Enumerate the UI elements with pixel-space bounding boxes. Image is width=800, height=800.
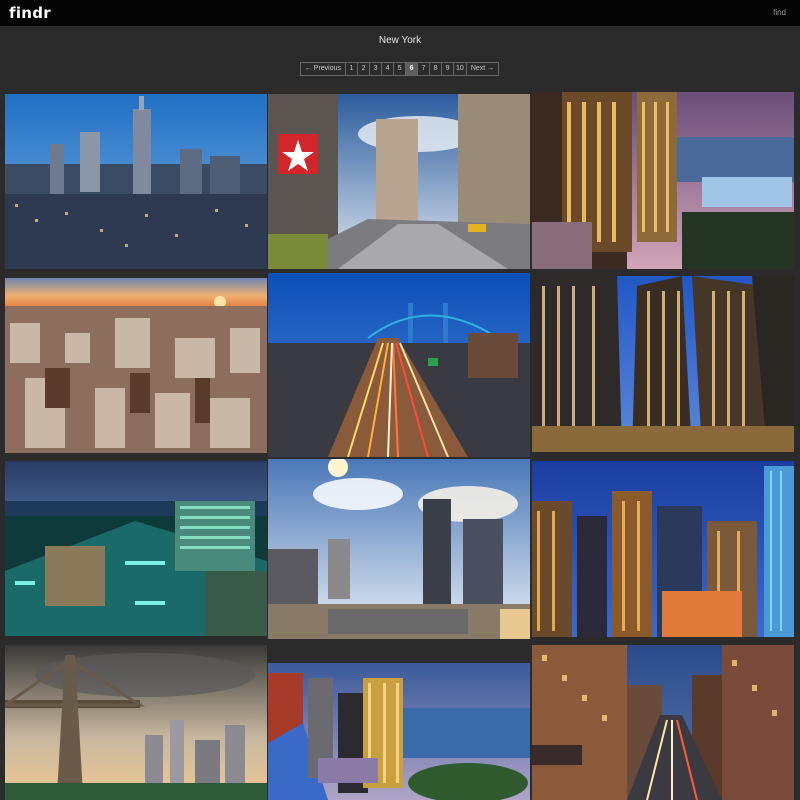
- pagination: ← Previous 1 2 3 4 5 6 7 8 9 10 Next →: [0, 62, 800, 76]
- page-10-link[interactable]: 10: [453, 62, 467, 76]
- photo-tile-11[interactable]: [268, 663, 530, 800]
- next-button[interactable]: Next →: [465, 62, 500, 76]
- photo-tile-6[interactable]: [532, 276, 794, 452]
- page-title: New York: [378, 35, 422, 46]
- photo-tile-4[interactable]: [5, 278, 267, 453]
- find-link[interactable]: find: [773, 8, 786, 17]
- photo-tile-5[interactable]: [268, 273, 530, 457]
- photo-tile-7[interactable]: [5, 461, 267, 636]
- top-bar: findr find: [0, 0, 800, 26]
- photo-tile-10[interactable]: [5, 645, 267, 800]
- photo-tile-2[interactable]: [268, 94, 530, 269]
- photo-tile-9[interactable]: [532, 461, 794, 637]
- brand-logo[interactable]: findr: [9, 4, 51, 22]
- photo-tile-8[interactable]: [268, 459, 530, 639]
- photo-tile-12[interactable]: [532, 645, 794, 800]
- photo-tile-1[interactable]: [5, 94, 267, 269]
- photo-tile-3[interactable]: [532, 92, 794, 269]
- previous-button[interactable]: ← Previous: [299, 62, 347, 76]
